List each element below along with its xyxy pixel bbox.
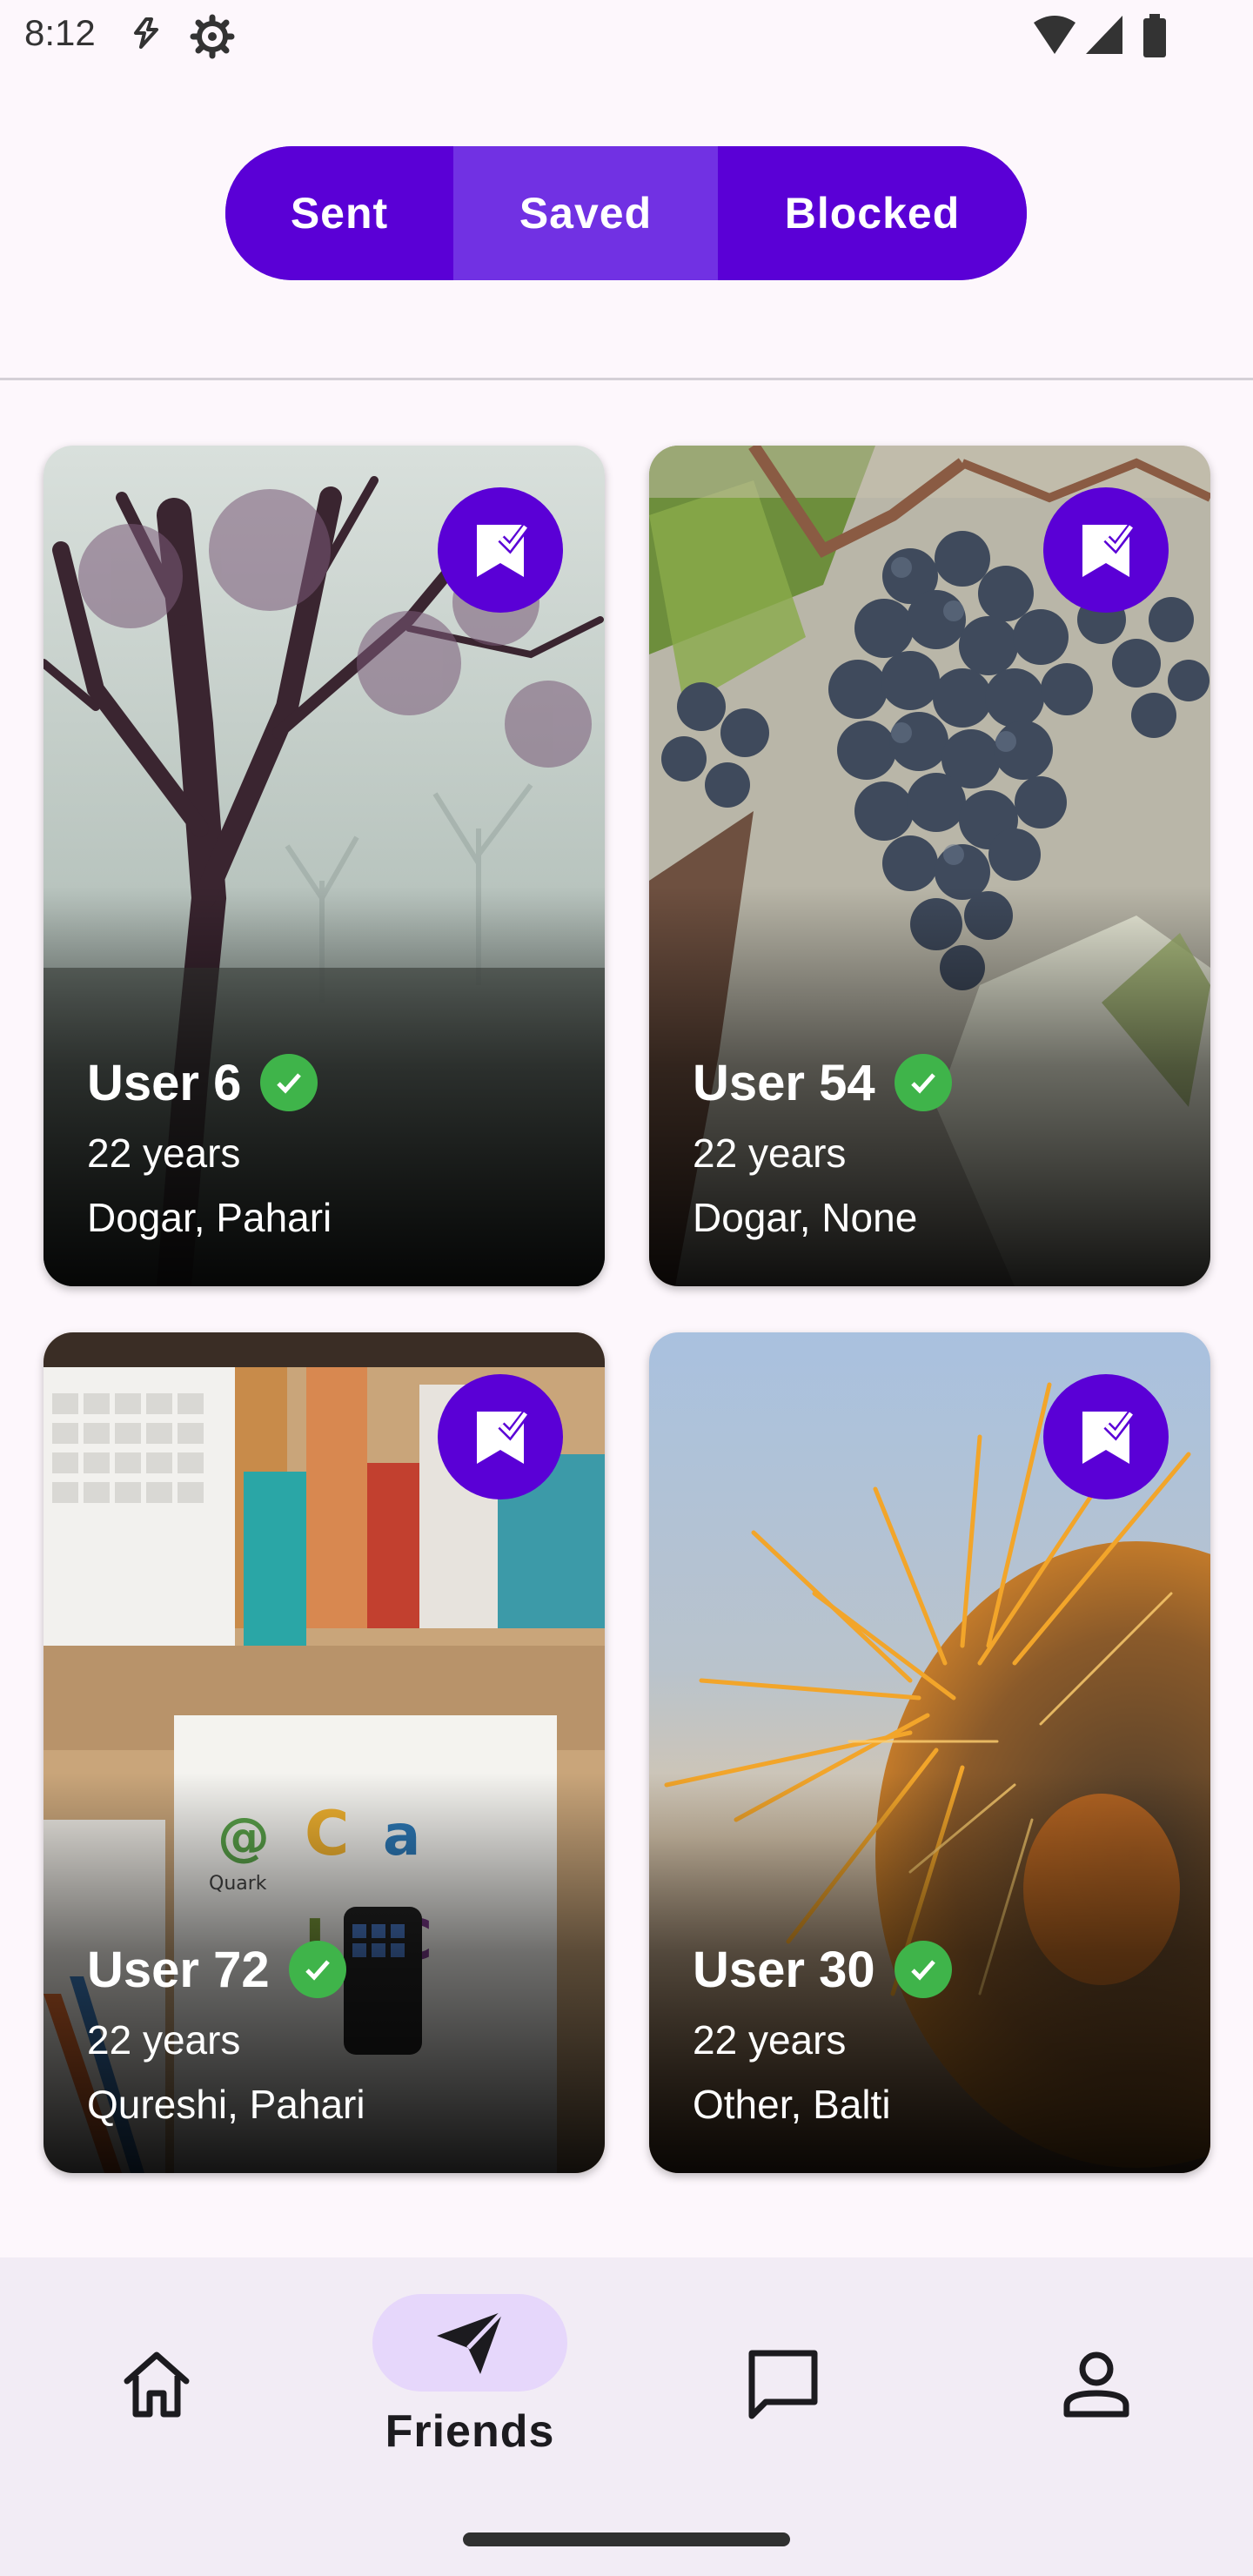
profile-name: User 54 (693, 1054, 875, 1111)
profile-info: User 30 22 years Other, Balti (693, 1938, 952, 2130)
tab-saved[interactable]: Saved (453, 146, 718, 280)
chat-icon (748, 2350, 818, 2419)
profile-name: User 72 (87, 1941, 270, 1998)
verified-check-icon (894, 1941, 952, 1998)
saved-bookmark-button[interactable] (1043, 1374, 1169, 1499)
wifi-icon (1034, 16, 1075, 54)
cellular-signal-icon (1086, 16, 1122, 54)
profile-card[interactable]: @ C a Quark I C User 72 22 years Qureshi… (44, 1332, 605, 2173)
bottom-navigation: Friends (0, 2257, 1253, 2505)
send-icon (437, 2310, 505, 2374)
profile-info: User 72 22 years Qureshi, Pahari (87, 1938, 365, 2130)
verified-check-icon (894, 1054, 952, 1111)
battery-icon (1143, 14, 1166, 57)
saved-bookmark-button[interactable] (438, 487, 563, 613)
profile-name: User 6 (87, 1054, 242, 1111)
nav-chat[interactable] (731, 2257, 835, 2505)
home-gesture-handle[interactable] (463, 2532, 790, 2546)
friends-filter-segmented-control: Sent Saved Blocked (225, 146, 1027, 280)
profile-card[interactable]: User 54 22 years Dogar, None (649, 446, 1210, 1286)
profile-age: 22 years (87, 1130, 241, 1176)
tab-blocked[interactable]: Blocked (718, 146, 1027, 280)
profile-location: Dogar, None (693, 1195, 918, 1240)
bookmark-check-icon (1082, 1408, 1136, 1464)
profile-name: User 30 (693, 1941, 875, 1998)
verified-check-icon (288, 1941, 346, 1998)
bookmark-check-icon (1082, 521, 1136, 577)
saved-bookmark-button[interactable] (1043, 487, 1169, 613)
profile-info: User 6 22 years Dogar, Pahari (87, 1051, 332, 1243)
profile-age: 22 years (693, 1130, 847, 1176)
verified-check-icon (260, 1054, 318, 1111)
header-divider (0, 378, 1253, 380)
nav-profile[interactable] (1044, 2257, 1149, 2505)
bookmark-check-icon (477, 521, 531, 577)
home-icon (124, 2351, 190, 2418)
tab-sent[interactable]: Sent (225, 146, 453, 280)
profile-location: Qureshi, Pahari (87, 2082, 365, 2127)
status-time: 8:12 (24, 12, 96, 53)
profile-card[interactable]: User 30 22 years Other, Balti (649, 1332, 1210, 2173)
nav-friends-label: Friends (385, 2406, 555, 2457)
nav-friends[interactable]: Friends (331, 2257, 609, 2505)
saved-bookmark-button[interactable] (438, 1374, 563, 1499)
settings-gear-icon (190, 14, 235, 59)
profile-info: User 54 22 years Dogar, None (693, 1051, 952, 1243)
profile-age: 22 years (693, 2017, 847, 2063)
profile-card[interactable]: User 6 22 years Dogar, Pahari (44, 446, 605, 1286)
profile-location: Other, Balti (693, 2082, 891, 2127)
status-bar: 8:12 (0, 0, 1253, 73)
profile-location: Dogar, Pahari (87, 1195, 332, 1240)
bookmark-check-icon (477, 1408, 531, 1464)
person-icon (1063, 2351, 1129, 2418)
data-saver-icon (134, 17, 158, 49)
nav-home[interactable] (104, 2257, 209, 2505)
profile-age: 22 years (87, 2017, 241, 2063)
